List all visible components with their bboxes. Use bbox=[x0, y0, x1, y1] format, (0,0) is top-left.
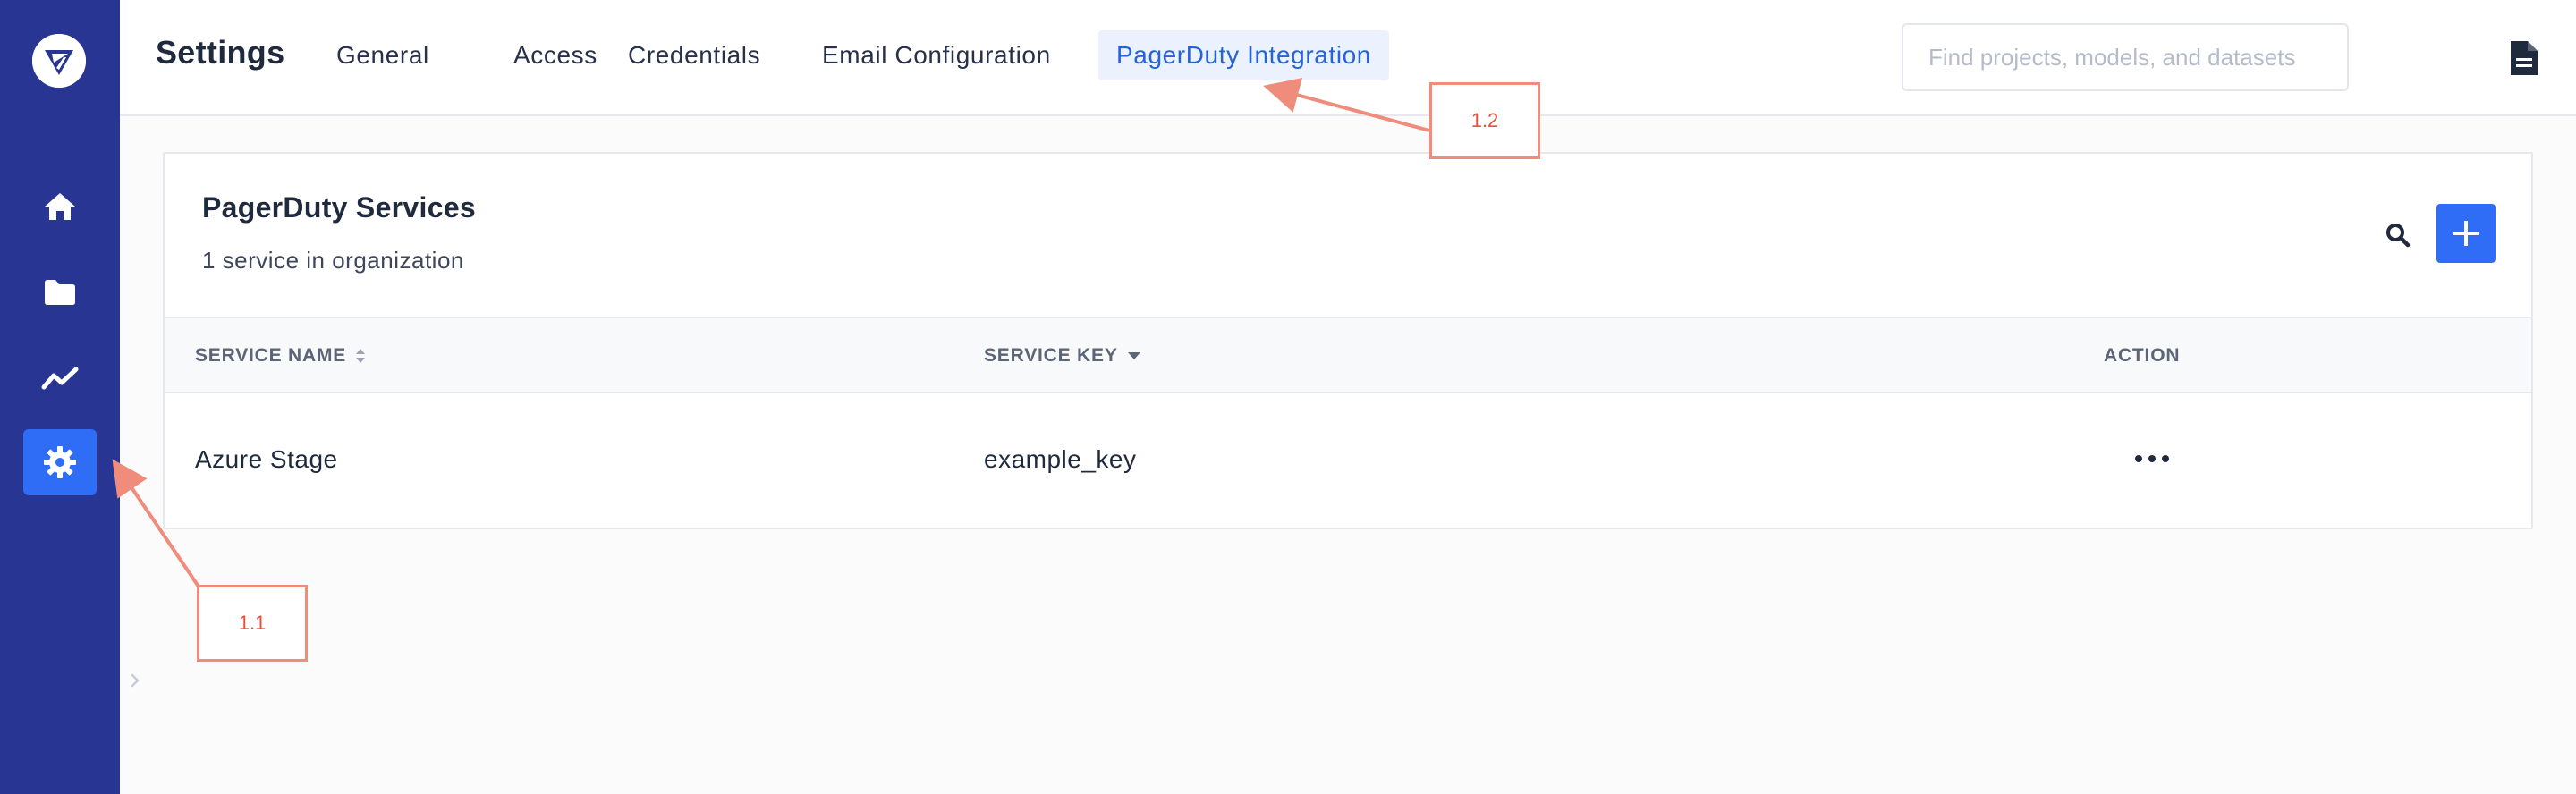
sort-both-icon bbox=[356, 349, 366, 363]
documentation-button[interactable] bbox=[2504, 38, 2544, 79]
sidebar-collapse-toggle[interactable] bbox=[123, 669, 147, 692]
logo-icon bbox=[32, 34, 86, 88]
trend-line-icon bbox=[41, 367, 79, 390]
more-horizontal-icon bbox=[2135, 455, 2169, 462]
chevron-right-icon bbox=[131, 673, 140, 688]
add-service-button[interactable] bbox=[2436, 204, 2496, 263]
tab-credentials[interactable]: Credentials bbox=[610, 30, 778, 80]
sidebar-item-projects[interactable] bbox=[23, 259, 97, 325]
tab-access-label: Access bbox=[513, 41, 597, 69]
app-logo[interactable] bbox=[32, 34, 86, 88]
row-actions-button[interactable] bbox=[2120, 436, 2184, 481]
annotation-label-1-2: 1.2 bbox=[1429, 82, 1540, 159]
cell-service-key: example_key bbox=[984, 445, 1137, 473]
folder-icon bbox=[45, 280, 75, 305]
sort-desc-icon bbox=[1127, 352, 1140, 359]
pagerduty-services-card: PagerDuty Services 1 service in organiza… bbox=[163, 152, 2533, 529]
tab-pagerduty-integration[interactable]: PagerDuty Integration bbox=[1098, 30, 1389, 80]
column-header-service-key[interactable]: SERVICE KEY bbox=[984, 345, 1141, 367]
gear-icon bbox=[44, 446, 76, 478]
top-header: Settings General Access Credentials Emai… bbox=[120, 0, 2576, 116]
search-icon bbox=[2386, 224, 2411, 248]
page-title: Settings bbox=[156, 34, 285, 71]
table-row[interactable]: Azure Stage example_key bbox=[165, 393, 2531, 528]
plus-icon bbox=[2453, 221, 2479, 246]
document-icon bbox=[2511, 41, 2538, 75]
tab-email-configuration[interactable]: Email Configuration bbox=[804, 30, 1069, 80]
sidebar-item-home[interactable] bbox=[23, 173, 97, 240]
column-header-service-name[interactable]: SERVICE NAME bbox=[195, 345, 366, 367]
tab-access[interactable]: Access bbox=[377, 30, 597, 80]
column-label: ACTION bbox=[2104, 345, 2181, 366]
table-search-button[interactable] bbox=[2379, 216, 2417, 254]
annotation-label-1-1: 1.1 bbox=[197, 585, 308, 662]
table-header: SERVICE NAME SERVICE KEY ACTION bbox=[165, 317, 2531, 393]
column-header-action: ACTION bbox=[2104, 345, 2180, 367]
column-label: SERVICE NAME bbox=[195, 345, 347, 366]
card-title: PagerDuty Services bbox=[202, 191, 477, 224]
sidebar-item-monitoring[interactable] bbox=[23, 345, 97, 411]
sidebar-item-settings[interactable] bbox=[23, 429, 97, 495]
cell-service-name: Azure Stage bbox=[195, 445, 338, 473]
column-label: SERVICE KEY bbox=[984, 345, 1118, 366]
sidebar bbox=[0, 0, 120, 794]
service-count: 1 service in organization bbox=[202, 247, 464, 274]
global-search-input[interactable] bbox=[1902, 23, 2349, 91]
home-icon bbox=[45, 193, 75, 220]
